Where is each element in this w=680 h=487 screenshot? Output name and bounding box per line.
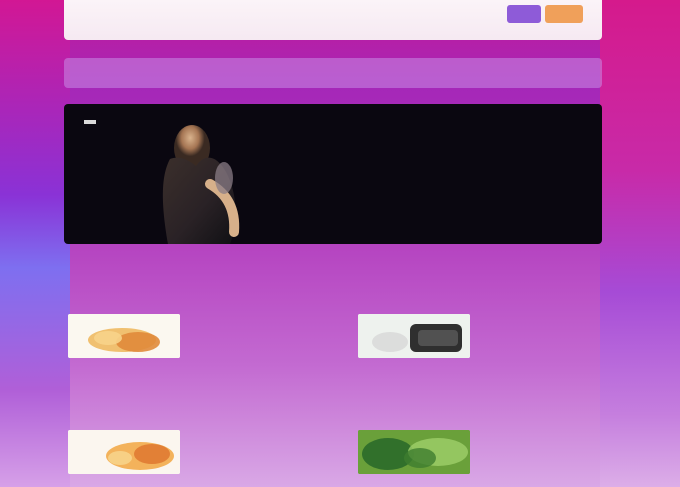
produce-icon bbox=[358, 430, 470, 474]
food-icon bbox=[68, 314, 180, 358]
top-button-primary[interactable] bbox=[507, 5, 541, 23]
hero-banner[interactable] bbox=[64, 104, 602, 244]
top-bar bbox=[64, 0, 602, 40]
promo-card-2-thumbnail[interactable] bbox=[358, 314, 470, 358]
promo-card-2[interactable] bbox=[350, 270, 600, 360]
nav-item-6[interactable] bbox=[184, 58, 200, 88]
promo-card-3-thumbnail[interactable] bbox=[68, 430, 180, 474]
page-container bbox=[60, 0, 608, 487]
nav-item-7[interactable] bbox=[206, 58, 222, 88]
product-icon bbox=[358, 314, 470, 358]
nav-item-3[interactable] bbox=[118, 58, 134, 88]
hero-person-image bbox=[162, 125, 240, 244]
promo-card-1-thumbnail[interactable] bbox=[68, 314, 180, 358]
nav-item-1[interactable] bbox=[74, 58, 90, 88]
nav-item-2[interactable] bbox=[96, 58, 112, 88]
logo[interactable] bbox=[120, 6, 162, 26]
hero-tag bbox=[84, 120, 96, 124]
nav-item-5[interactable] bbox=[162, 58, 178, 88]
background-right-glow bbox=[600, 0, 680, 487]
food-icon bbox=[68, 430, 180, 474]
nav-item-4[interactable] bbox=[140, 58, 156, 88]
promo-card-3[interactable] bbox=[60, 386, 310, 476]
promo-card-1[interactable] bbox=[60, 270, 310, 360]
promo-card-4[interactable] bbox=[350, 386, 600, 476]
main-nav bbox=[64, 58, 602, 88]
promo-card-4-thumbnail[interactable] bbox=[358, 430, 470, 474]
top-button-secondary[interactable] bbox=[545, 5, 583, 23]
